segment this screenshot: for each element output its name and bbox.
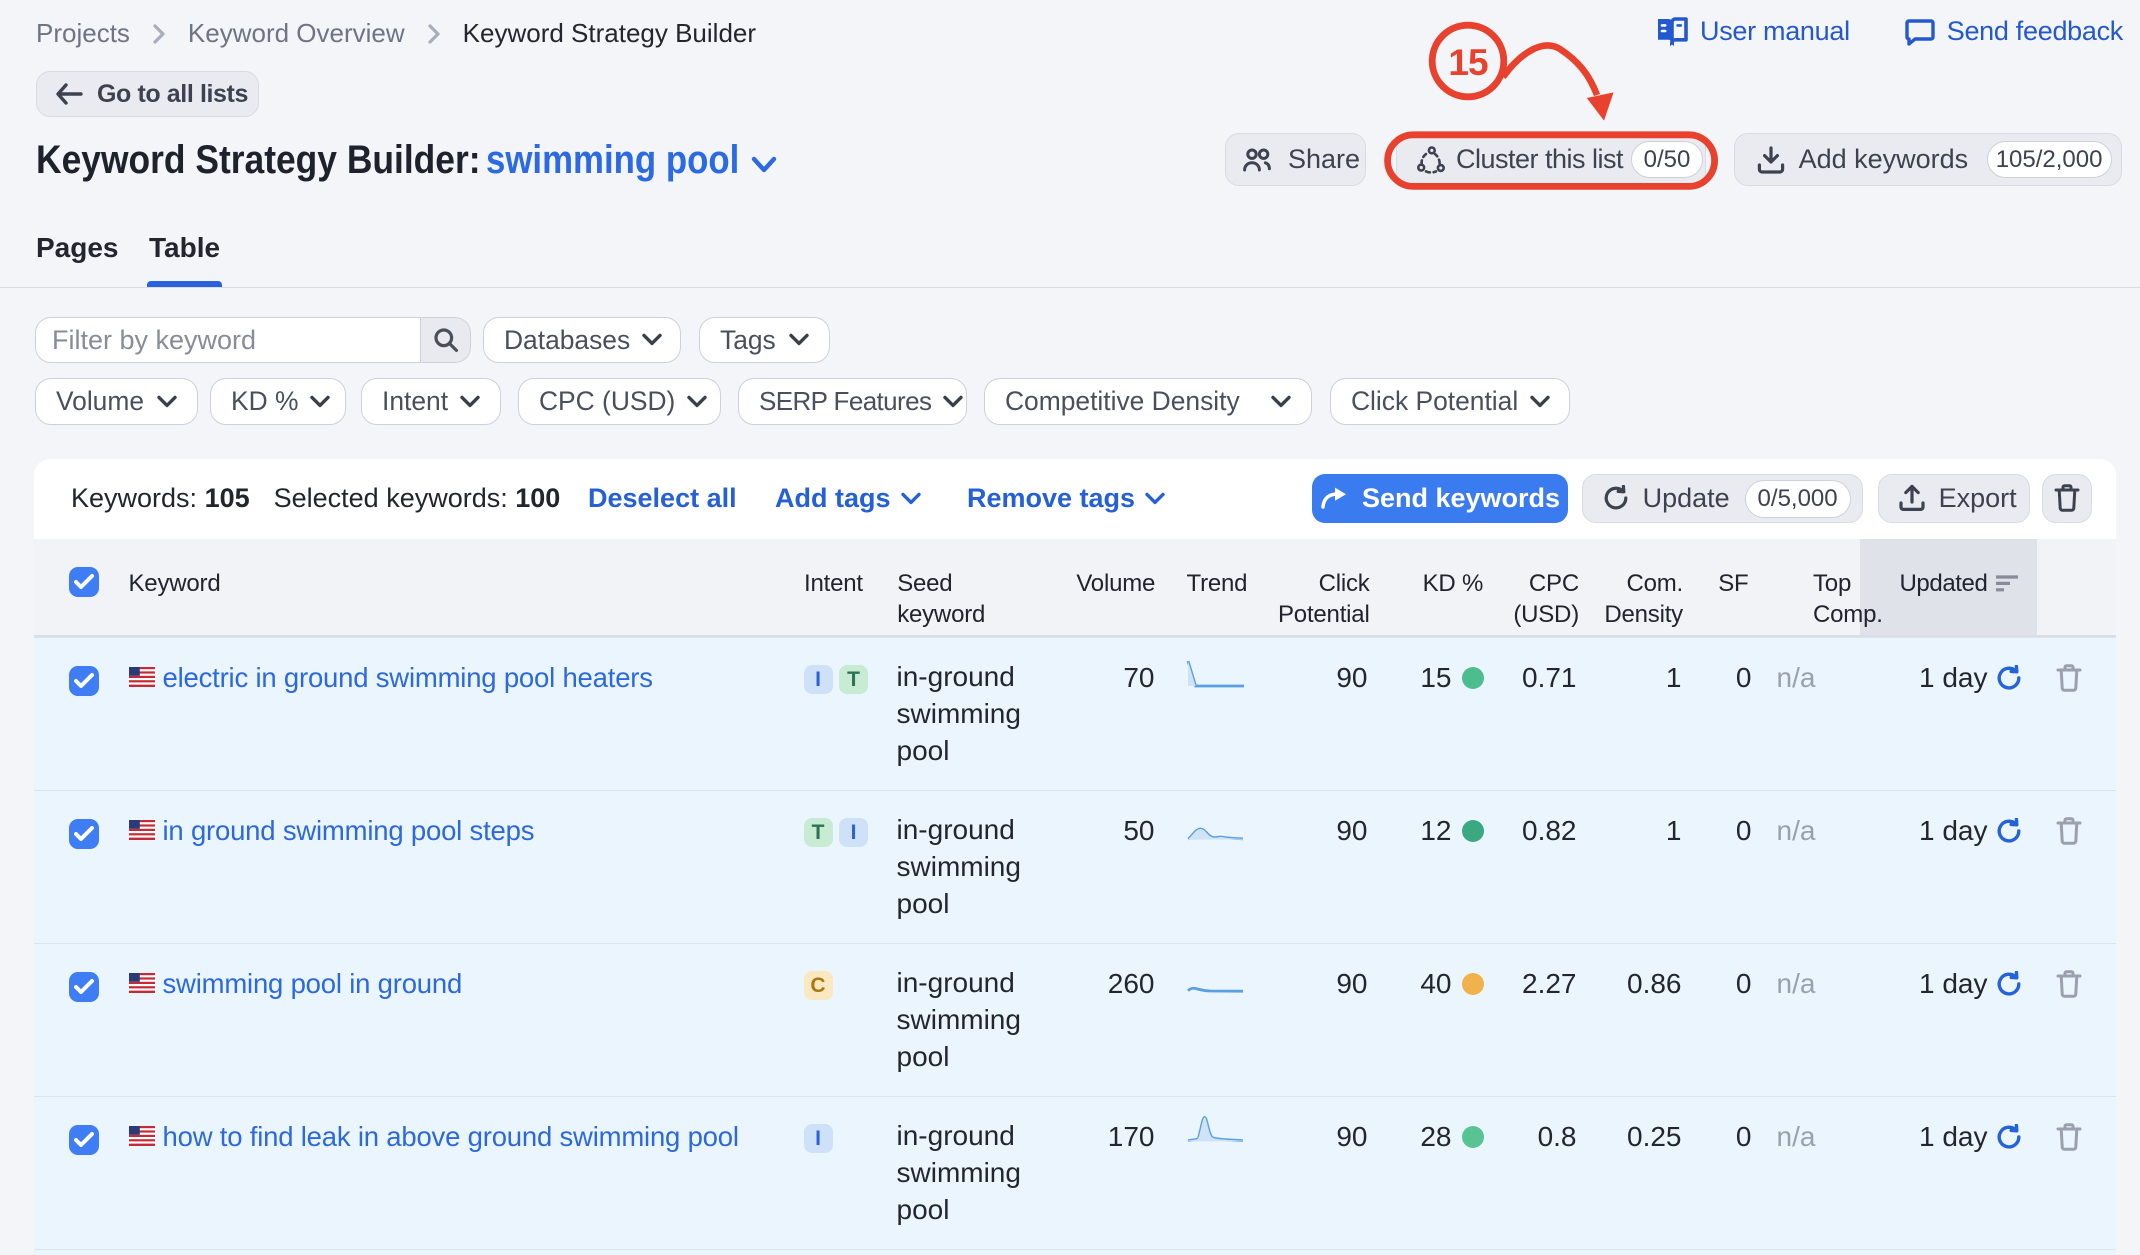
svg-text:15: 15 (1448, 42, 1488, 83)
